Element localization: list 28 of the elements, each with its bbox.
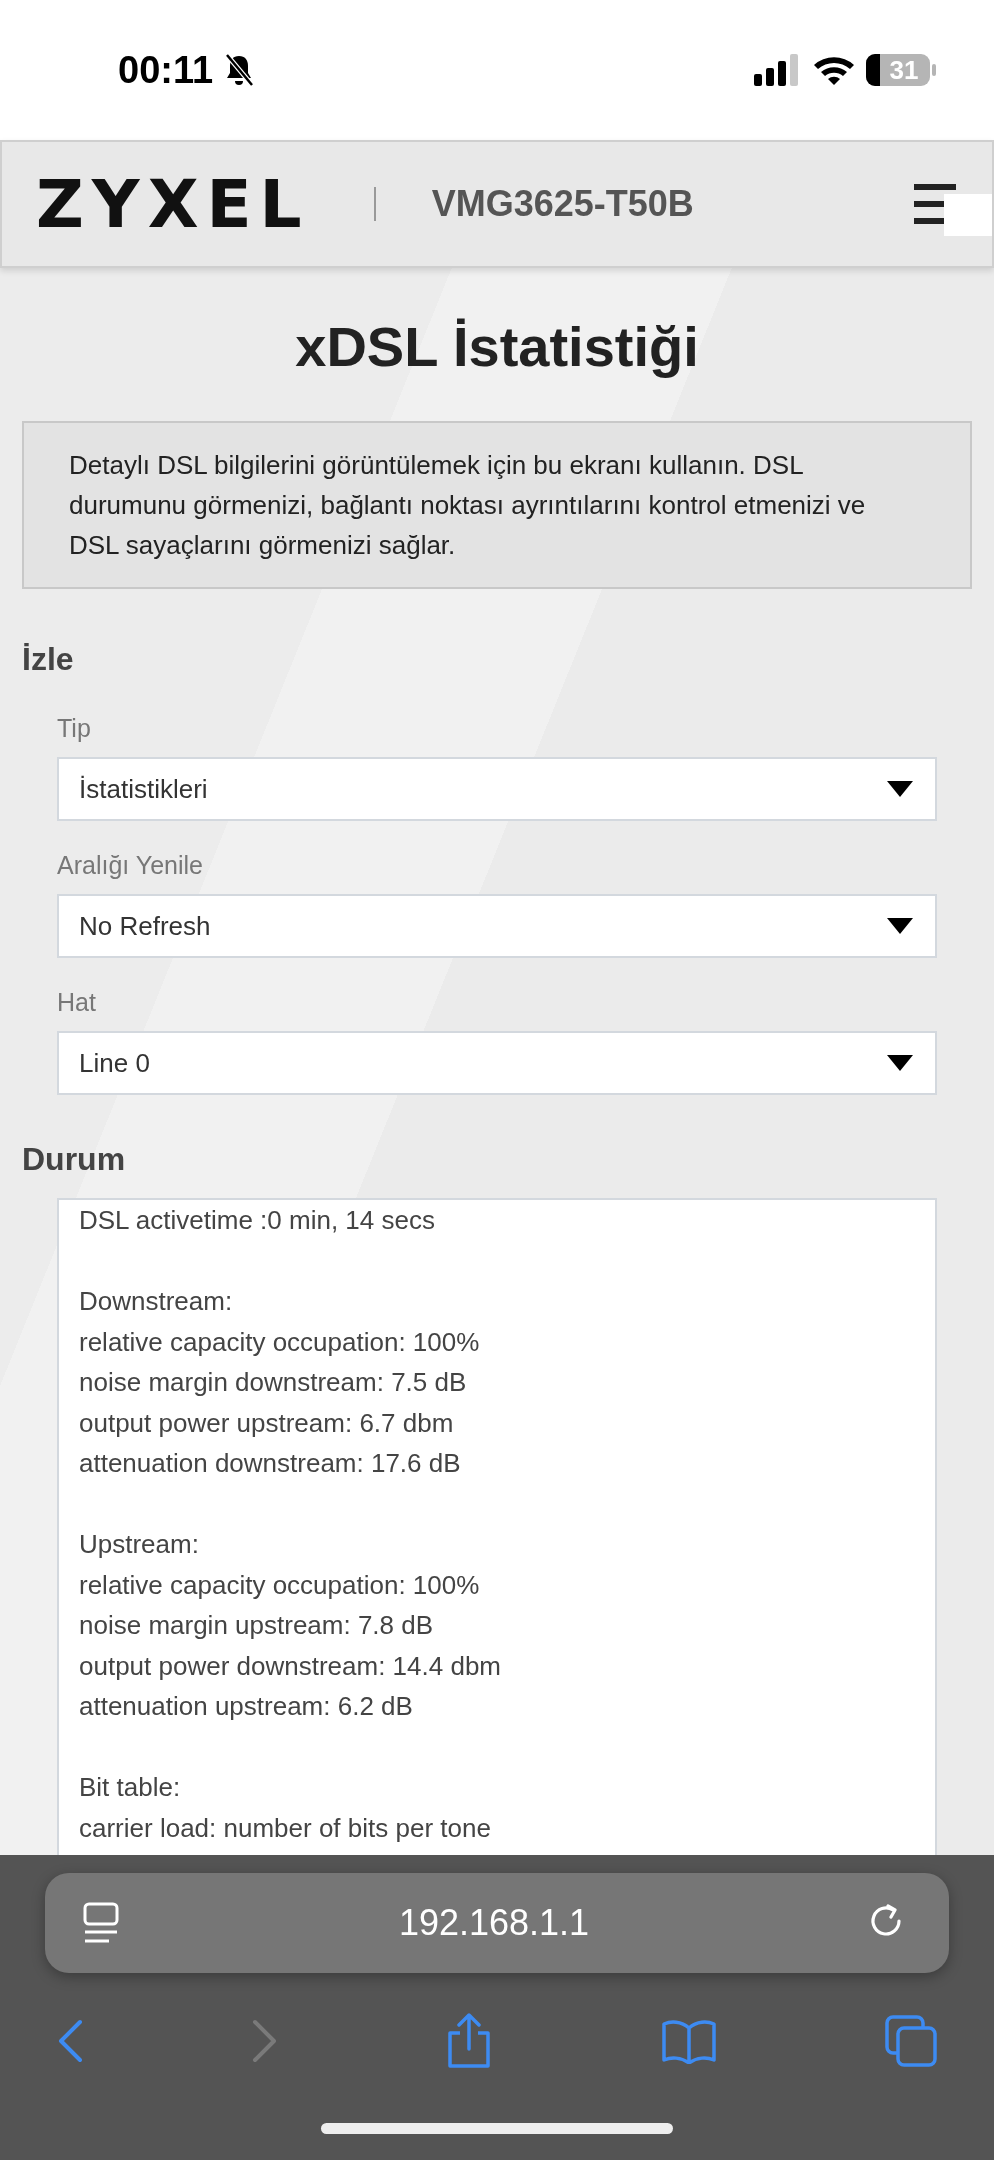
page-title: xDSL İstatistiği	[294, 314, 700, 379]
brand-logo: ZYXEL	[36, 165, 310, 243]
field-label: Hat	[57, 988, 97, 1017]
dropdown[interactable]: İstatistikleri	[57, 757, 937, 821]
url-text: 192.168.1.1	[398, 1902, 590, 1944]
tabs-icon[interactable]	[885, 2015, 937, 2067]
caret-icon	[887, 1055, 913, 1071]
field-label: Aralığı Yenile	[57, 851, 204, 880]
caret-icon	[887, 781, 913, 797]
book-icon[interactable]	[660, 2018, 717, 2064]
battery-tip-icon	[932, 64, 936, 76]
caret-icon	[887, 918, 913, 934]
wifi-icon	[812, 54, 856, 86]
info-note: Detaylı DSL bilgilerini görüntülemek için bu ekranı kullanın. DSL durumunu görmenizi, bağlantı noktası ayrıntılarını kontrol etmenizi ve DSL sayaçlarını görmenizi sağlar.	[22, 421, 972, 589]
model-name: VMG3625-T50B	[431, 183, 695, 225]
share-icon[interactable]	[446, 2013, 492, 2069]
field-label: Tip	[57, 714, 92, 743]
dropdown[interactable]: Line 0	[57, 1031, 937, 1095]
address-bar[interactable]: 192.168.1.1	[45, 1873, 949, 1973]
dropdown[interactable]: No Refresh	[57, 894, 937, 958]
back-icon[interactable]	[57, 2019, 83, 2063]
section-heading: Durum	[22, 1141, 127, 1178]
status-log[interactable]: DSL activetime :0 min, 14 secs Downstream: relative capacity occupation: 100% noise margin downstream: 7.5 dB output power upstream: 6.7 dbm attenuation downstream: 17.6 dB Upstream: relative capacity occupation: 100% noise margin upstream: 7.8 dB output power downstream: 14.4 dbm attenuation upstream: 6.2 dB Bit table: carrier load: number of bits per tone	[57, 1198, 937, 1855]
cover-block	[944, 194, 992, 236]
section-heading: İzle	[22, 641, 75, 678]
battery-indicator: 31	[866, 54, 930, 86]
reader-icon[interactable]	[83, 1902, 119, 1944]
clock-time: 00:11	[118, 48, 214, 92]
